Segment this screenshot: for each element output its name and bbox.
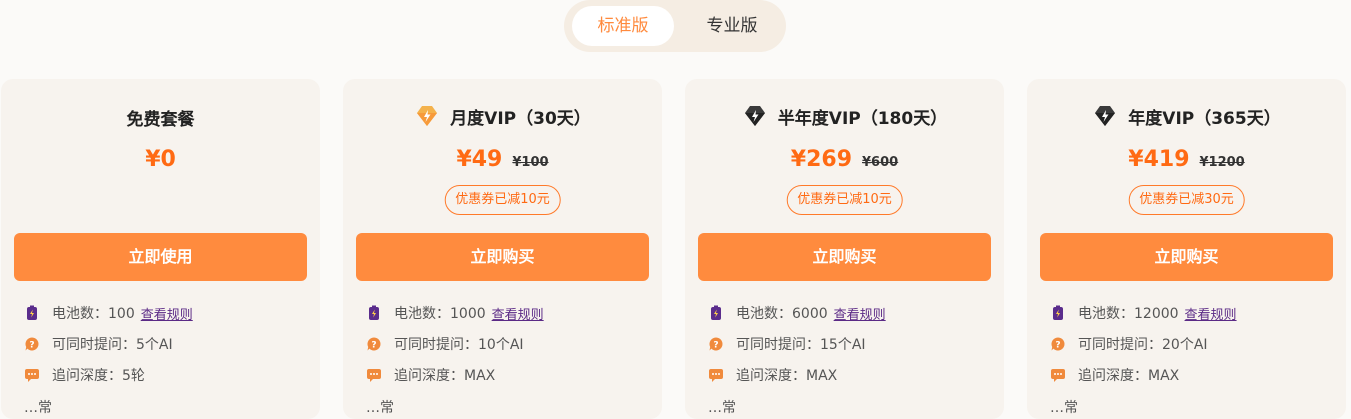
feature-partial: …常 [366,400,394,416]
feature-depth: 追问深度：MAX [708,365,837,385]
feature-partial: …常 [1050,400,1078,416]
feature-battery: 电池数：100 查看规则 [24,303,193,323]
battery-icon [711,305,721,320]
feature-depth: 追问深度：MAX [366,365,495,385]
original-price: ¥100 [512,155,549,170]
edition-toggle: 标准版 专业版 [564,0,786,52]
use-now-button[interactable]: 立即使用 [14,233,307,281]
tab-pro[interactable]: 专业版 [684,6,780,46]
feature-concurrent: ? 可同时提问：5个AI [24,334,173,354]
svg-text:?: ? [371,341,376,351]
plan-price: ¥49 [456,147,503,172]
chat-icon [25,369,39,382]
price-row: ¥0 [1,147,320,172]
plan-card-yearly: 年度VIP（365天） ¥419 ¥1200 优惠券已减30元 立即购买 电池数… [1027,79,1346,419]
view-rules-link[interactable]: 查看规则 [492,304,544,323]
feature-concurrent: ? 可同时提问：20个AI [1050,334,1208,354]
plan-title: 年度VIP（365天） [1027,103,1346,129]
battery-count: 电池数：6000 [736,306,828,322]
plan-title: 月度VIP（30天） [343,103,662,129]
original-price: ¥1200 [1199,155,1245,170]
battery-count: 电池数：100 [52,306,135,322]
buy-now-button[interactable]: 立即购买 [698,233,991,281]
plan-price: ¥269 [790,147,853,172]
gold-diamond-icon [417,106,438,126]
coupon-badge: 优惠券已减10元 [444,185,561,215]
feature-depth: 追问深度：5轮 [24,365,145,385]
plan-title: 免费套餐 [126,110,195,130]
chat-icon [367,369,381,382]
feature-battery: 电池数：12000 查看规则 [1050,303,1237,323]
price-row: ¥419 ¥1200 [1027,147,1346,172]
coupon-badge: 优惠券已减10元 [786,185,903,215]
feature-partial: …常 [708,400,736,416]
question-bubble-icon: ? [367,337,381,351]
chat-icon [1051,369,1065,382]
original-price: ¥600 [862,155,899,170]
question-bubble-icon: ? [25,337,39,351]
feature-battery: 电池数：1000 查看规则 [366,303,544,323]
svg-text:?: ? [713,341,718,351]
svg-text:?: ? [1055,341,1060,351]
battery-count: 电池数：1000 [394,306,486,322]
plan-card-monthly: 月度VIP（30天） ¥49 ¥100 优惠券已减10元 立即购买 电池数：10… [343,79,662,419]
feature-depth: 追问深度：MAX [1050,365,1179,385]
dark-diamond-icon [1095,106,1116,126]
svg-text:?: ? [29,341,34,351]
battery-icon [27,305,37,320]
plan-card-free: 免费套餐 ¥0 立即使用 电池数：100 查看规则 ? 可同时提问：5个AI 追… [1,79,320,419]
plan-title: 半年度VIP（180天） [685,103,1004,129]
feature-concurrent: ? 可同时提问：10个AI [366,334,524,354]
plan-price: ¥0 [145,147,176,172]
battery-icon [369,305,379,320]
battery-icon [1053,305,1063,320]
price-row: ¥269 ¥600 [685,147,1004,172]
plan-price: ¥419 [1128,147,1190,172]
dark-diamond-icon [744,106,765,126]
question-bubble-icon: ? [1051,337,1065,351]
coupon-badge: 优惠券已减30元 [1128,185,1245,215]
price-row: ¥49 ¥100 [343,147,662,172]
tab-standard[interactable]: 标准版 [572,6,674,46]
plan-card-half-year: 半年度VIP（180天） ¥269 ¥600 优惠券已减10元 立即购买 电池数… [685,79,1004,419]
chat-icon [709,369,723,382]
view-rules-link[interactable]: 查看规则 [141,304,193,323]
battery-count: 电池数：12000 [1078,306,1179,322]
feature-partial: …常 [24,400,52,416]
view-rules-link[interactable]: 查看规则 [834,304,886,323]
buy-now-button[interactable]: 立即购买 [356,233,649,281]
question-bubble-icon: ? [709,337,723,351]
feature-concurrent: ? 可同时提问：15个AI [708,334,866,354]
buy-now-button[interactable]: 立即购买 [1040,233,1333,281]
feature-battery: 电池数：6000 查看规则 [708,303,886,323]
view-rules-link[interactable]: 查看规则 [1185,304,1237,323]
